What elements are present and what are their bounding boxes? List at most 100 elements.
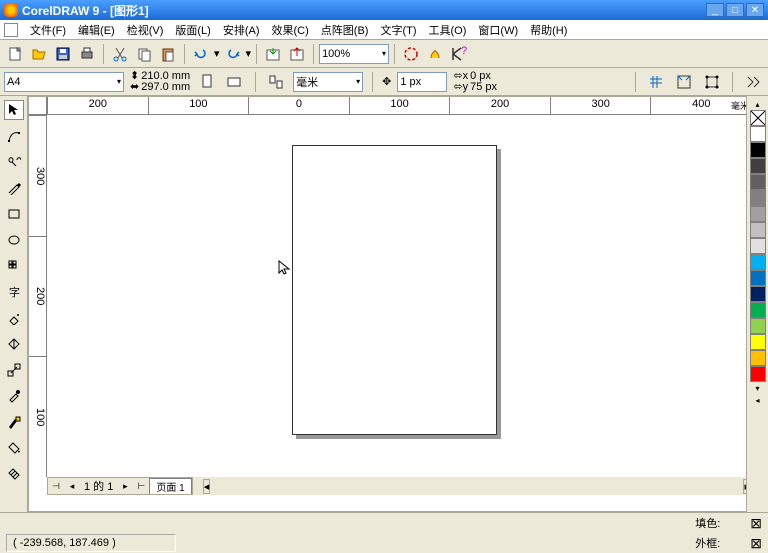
redo-button[interactable] [222,43,244,65]
freehand-tool[interactable] [4,178,24,198]
maximize-button[interactable]: □ [726,3,744,17]
menu-text[interactable]: 文字(T) [376,20,420,40]
shape-tool[interactable] [4,126,24,146]
menu-effects[interactable]: 效果(C) [268,20,313,40]
units-combo[interactable]: 毫米▾ [293,72,363,92]
page-navigator: ⊣ ◂ 1 的 1 ▸ ⊢ 页面 1 ◂ ▸ [47,477,751,495]
print-button[interactable] [76,43,98,65]
portrait-button[interactable] [196,71,218,93]
scripts-button[interactable] [424,43,446,65]
rectangle-tool[interactable] [4,204,24,224]
menu-help[interactable]: 帮助(H) [526,20,571,40]
units-value: 毫米 [296,74,318,90]
paper-size-combo[interactable]: A4▾ [4,72,124,92]
menu-layout[interactable]: 版面(L) [171,20,214,40]
color-swatch[interactable] [750,350,766,366]
undo-dropdown[interactable]: ▾ [214,47,220,60]
import-button[interactable] [262,43,284,65]
eyedropper-tool[interactable] [4,386,24,406]
color-swatch[interactable] [750,238,766,254]
no-fill-icon: ⊠ [750,515,762,532]
color-swatch[interactable] [750,286,766,302]
last-page-button[interactable]: ⊢ [133,479,149,493]
new-button[interactable] [4,43,26,65]
fill-tool[interactable] [4,438,24,458]
window-title: CorelDRAW 9 - [图形1] [22,2,704,19]
set-page-button[interactable] [265,71,287,93]
interactive-transparency-tool[interactable] [4,334,24,354]
color-swatch[interactable] [750,366,766,382]
snap-guides-button[interactable] [673,71,695,93]
zoom-combo[interactable]: 100%▾ [319,44,389,64]
first-page-button[interactable]: ⊣ [48,479,64,493]
interactive-fill-tool[interactable] [4,308,24,328]
paper-width[interactable]: 210.0 mm [141,71,190,82]
color-swatch[interactable] [750,190,766,206]
export-button[interactable] [286,43,308,65]
vertical-ruler[interactable]: 300 200 100 [29,115,47,477]
no-color-swatch[interactable] [750,110,766,126]
property-bar: A4▾ ⬍210.0 mm ⬌297.0 mm 毫米▾ ✥ 1 px ⬄x0 p… [0,68,768,96]
color-swatch[interactable] [750,222,766,238]
cut-button[interactable] [109,43,131,65]
options-button[interactable] [742,71,764,93]
color-swatch[interactable] [750,302,766,318]
palette-flyout-button[interactable]: ◂ [750,394,766,406]
save-button[interactable] [52,43,74,65]
color-swatch[interactable] [750,318,766,334]
mdi-child-icon[interactable] [4,23,18,37]
pick-tool[interactable] [4,100,24,120]
color-swatch[interactable] [750,126,766,142]
color-swatch[interactable] [750,174,766,190]
color-swatch[interactable] [750,254,766,270]
color-swatch[interactable] [750,270,766,286]
next-page-button[interactable]: ▸ [117,479,133,493]
text-tool[interactable]: 字 [4,282,24,302]
color-swatch[interactable] [750,158,766,174]
color-swatch[interactable] [750,334,766,350]
ellipse-tool[interactable] [4,230,24,250]
palette-up-button[interactable]: ▴ [750,98,766,110]
scroll-left-button[interactable]: ◂ [203,479,211,494]
nudge-input[interactable]: 1 px [397,72,447,92]
undo-button[interactable] [190,43,212,65]
outline-tool[interactable] [4,412,24,432]
dup-x-icon: ⬄x [453,71,468,82]
color-swatch[interactable] [750,142,766,158]
open-button[interactable] [28,43,50,65]
corel-community-button[interactable] [400,43,422,65]
polygon-tool[interactable] [4,256,24,276]
horizontal-ruler[interactable]: 200 100 0 100 200 300 400 毫米 [29,97,751,115]
menu-arrange[interactable]: 安排(A) [219,20,264,40]
menu-bitmaps[interactable]: 点阵图(B) [317,20,373,40]
minimize-button[interactable]: _ [706,3,724,17]
menu-file[interactable]: 文件(F) [26,20,70,40]
redo-dropdown[interactable]: ▾ [246,47,252,60]
duplicate-offset: ⬄x0 px ⬄y75 px [453,71,497,93]
close-button[interactable]: ✕ [746,3,764,17]
snap-grid-button[interactable] [645,71,667,93]
workspace: 字 200 100 0 100 200 300 400 毫米 300 200 1… [0,96,768,512]
copy-button[interactable] [133,43,155,65]
paper-dimensions: ⬍210.0 mm ⬌297.0 mm [130,71,190,93]
palette-down-button[interactable]: ▾ [750,382,766,394]
menu-tools[interactable]: 工具(O) [425,20,471,40]
dup-y-value[interactable]: 75 px [470,82,497,93]
menu-edit[interactable]: 编辑(E) [74,20,119,40]
interactive-mesh-tool[interactable] [4,464,24,484]
paper-height[interactable]: 297.0 mm [141,82,190,93]
dup-x-value[interactable]: 0 px [470,71,491,82]
prev-page-button[interactable]: ◂ [64,479,80,493]
help-button[interactable]: ? [448,43,470,65]
paste-button[interactable] [157,43,179,65]
landscape-button[interactable] [224,71,246,93]
snap-objects-button[interactable] [701,71,723,93]
menu-view[interactable]: 检视(V) [123,20,168,40]
zoom-tool[interactable] [4,152,24,172]
no-outline-icon: ⊠ [750,535,762,552]
page-tab[interactable]: 页面 1 [149,478,191,494]
canvas[interactable] [47,115,751,477]
color-swatch[interactable] [750,206,766,222]
menu-window[interactable]: 窗口(W) [474,20,522,40]
interactive-blend-tool[interactable] [4,360,24,380]
